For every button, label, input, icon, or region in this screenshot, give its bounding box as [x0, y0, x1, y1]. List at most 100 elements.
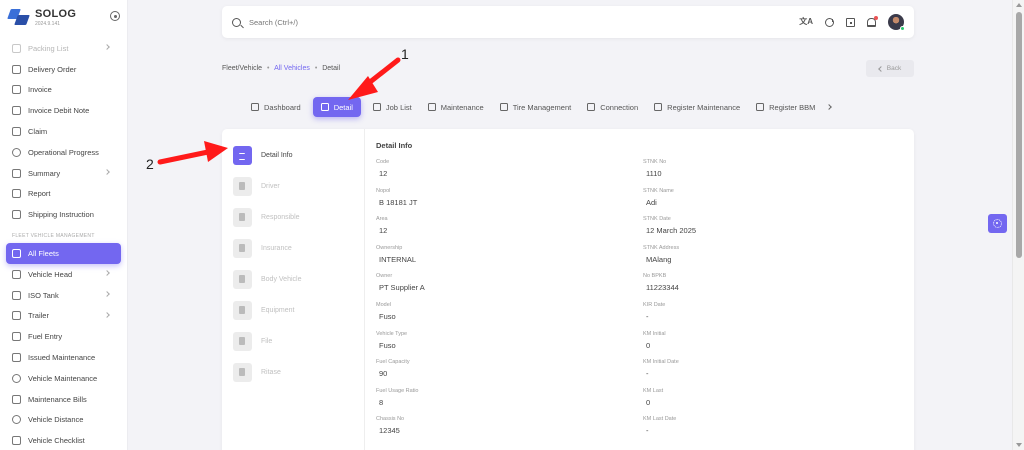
sidebar-item-label: Report [28, 189, 51, 199]
tab-tire-management[interactable]: Tire Management [492, 97, 580, 117]
back-button[interactable]: Back [866, 60, 914, 77]
search-input[interactable] [249, 17, 449, 27]
sidebar-item-shipping-instruction[interactable]: Shipping Instruction [0, 204, 127, 225]
side-tab-body-vehicle[interactable]: Body Vehicle [222, 264, 364, 295]
annotation-number-1: 1 [401, 46, 409, 62]
side-tab-insurance[interactable]: Insurance [222, 233, 364, 264]
tab-connection[interactable]: Connection [579, 97, 646, 117]
progress-icon [12, 147, 21, 157]
trailer-icon [12, 311, 21, 321]
tab-job-list[interactable]: Job List [365, 97, 420, 117]
side-tab-label: Ritase [261, 369, 281, 376]
breadcrumb-root: Fleet/Vehicle [222, 65, 263, 72]
field-label: KM Initial Date [643, 359, 679, 366]
fuel-icon [756, 103, 765, 111]
translate-icon[interactable]: 文A [799, 18, 813, 26]
brand-version: 2024.9.141 [35, 20, 61, 27]
scroll-up-arrow-icon[interactable] [1016, 3, 1022, 7]
notification-bell-icon[interactable] [867, 15, 878, 27]
fuel-icon [12, 332, 21, 342]
sidebar-item-packing-list[interactable]: Packing List [0, 38, 127, 59]
field-value: - [646, 369, 649, 379]
field-label: Vehicle Type [376, 330, 408, 337]
file-icon [12, 106, 21, 116]
report-icon [12, 189, 21, 199]
sidebar-item-invoice[interactable]: Invoice [0, 80, 127, 101]
shortcuts-icon[interactable] [846, 17, 855, 27]
side-tab-file[interactable]: File [222, 326, 364, 357]
field-nopol: Nopol B 18181 JT [376, 188, 643, 217]
side-tab-detail-info[interactable]: Detail Info [222, 140, 364, 171]
sidebar-item-report[interactable]: Report [0, 184, 127, 205]
tab-label: Register Maintenance [667, 102, 741, 112]
connection-icon [587, 103, 596, 111]
list-icon [233, 146, 252, 165]
sidebar-item-vehicle-head[interactable]: Vehicle Head [0, 264, 127, 285]
notification-badge [874, 15, 878, 20]
field-label: STNK Date [643, 216, 671, 223]
sidebar-item-vehicle-checklist[interactable]: Vehicle Checklist [0, 430, 127, 450]
field-label: KIR Date [643, 301, 666, 308]
tab-dashboard[interactable]: Dashboard [243, 97, 309, 117]
field-label: STNK Name [643, 187, 674, 194]
sidebar-toggle-icon[interactable] [110, 11, 120, 21]
side-tab-driver[interactable]: Driver [222, 171, 364, 202]
sidebar-item-claim[interactable]: Claim [0, 121, 127, 142]
breadcrumb-all-vehicles-link[interactable]: All Vehicles [274, 65, 310, 72]
field-value: 1110 [646, 169, 662, 178]
instruction-icon [12, 210, 21, 220]
annotation-arrow-1 [348, 57, 401, 100]
field-value: Adi [646, 197, 657, 207]
sidebar-item-iso-tank[interactable]: ISO Tank [0, 285, 127, 306]
side-tab-responsible[interactable]: Responsible [222, 202, 364, 233]
tab-maintenance[interactable]: Maintenance [420, 97, 492, 117]
gear-icon [993, 219, 1002, 228]
sidebar-item-maintenance-bills[interactable]: Maintenance Bills [0, 389, 127, 410]
user-avatar[interactable] [888, 14, 905, 31]
tab-detail[interactable]: Detail [312, 97, 361, 117]
side-tab-label: Driver [261, 183, 280, 190]
sidebar-item-label: Maintenance Bills [28, 394, 87, 404]
package-icon [12, 43, 21, 53]
brand-name: SOLOG [35, 7, 77, 20]
sidebar-item-issued-maintenance[interactable]: Issued Maintenance [0, 347, 127, 368]
scroll-down-arrow-icon[interactable] [1016, 443, 1022, 447]
annotation-number-2: 2 [146, 156, 154, 172]
side-tab-label: Detail Info [261, 152, 293, 159]
list-icon [320, 103, 329, 111]
sidebar-section-title: FLEET VEHICLE MANAGEMENT [12, 233, 95, 240]
sidebar-item-summary[interactable]: Summary [0, 163, 127, 184]
sidebar-item-fuel-entry[interactable]: Fuel Entry [0, 326, 127, 347]
sidebar-item-delivery-order[interactable]: Delivery Order [0, 59, 127, 80]
sidebar-item-all-fleets[interactable]: All Fleets [6, 243, 121, 264]
sidebar-item-trailer[interactable]: Trailer [0, 306, 127, 327]
sidebar-item-label: Invoice [28, 85, 52, 95]
user-icon [233, 177, 252, 196]
sidebar-item-operational-progress[interactable]: Operational Progress [0, 142, 127, 163]
field-value: 12 [379, 226, 388, 236]
side-tab-label: Body Vehicle [261, 276, 302, 283]
sidebar-menu: Packing List Delivery Order Invoice Invoice… [0, 34, 127, 450]
tab-register-maintenance[interactable]: Register Maintenance [646, 97, 748, 117]
page-scrollbar[interactable] [1012, 0, 1024, 450]
sidebar-item-invoice-debit-note[interactable]: Invoice Debit Note [0, 100, 127, 121]
side-tab-ritase[interactable]: Ritase [222, 357, 364, 388]
detail-fields-grid: Code 12 STNK No 1110 Nopol B 18181 JT STNK Nam… [376, 159, 906, 445]
sidebar-item-vehicle-distance[interactable]: Vehicle Distance [0, 410, 127, 431]
customizer-button[interactable] [988, 214, 1007, 233]
breadcrumb-separator: • [314, 65, 318, 72]
bill-icon [12, 394, 21, 404]
search-icon[interactable] [232, 17, 241, 27]
register-icon [654, 103, 663, 111]
sidebar-item-vehicle-maintenance[interactable]: Vehicle Maintenance [0, 368, 127, 389]
side-tab-equipment[interactable]: Equipment [222, 295, 364, 326]
scrollbar-thumb[interactable] [1016, 12, 1022, 258]
field-value: Fuso [379, 340, 396, 350]
tab-register-bbm[interactable]: Register BBM [748, 97, 823, 117]
theme-toggle-icon[interactable] [825, 17, 834, 27]
sidebar-item-label: ISO Tank [28, 290, 59, 300]
back-button-label: Back [886, 65, 902, 72]
field-vehicle-type: Vehicle Type Fuso [376, 331, 643, 360]
tabs-scroll-right-icon[interactable] [826, 104, 833, 110]
brand: SOLOG 2024.9.141 [0, 0, 127, 34]
